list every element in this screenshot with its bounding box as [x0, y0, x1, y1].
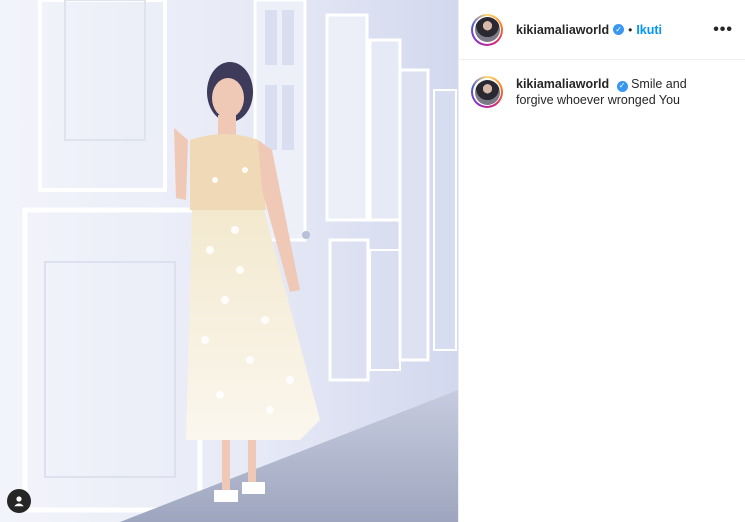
user-tag-button[interactable]: [7, 489, 31, 513]
follow-button[interactable]: Ikuti: [636, 23, 662, 37]
avatar-ring: [473, 15, 501, 44]
user-tag-icon: [14, 496, 24, 507]
caption-row: kikiamaliaworld ✓ Smile and forgive whoe…: [459, 60, 745, 124]
separator-dot: •: [628, 22, 633, 37]
instagram-post: kikiamaliaworld ✓ • Ikuti ••• kikiamalia…: [0, 0, 745, 522]
more-options-icon[interactable]: •••: [713, 21, 733, 39]
username-link[interactable]: kikiamaliaworld: [516, 23, 609, 37]
avatar[interactable]: [471, 13, 503, 46]
caption-text: kikiamaliaworld ✓ Smile and forgive whoe…: [516, 76, 726, 108]
post-photo[interactable]: [0, 0, 458, 522]
avatar-photo: [474, 17, 500, 42]
post-sidebar: kikiamaliaworld ✓ • Ikuti ••• kikiamalia…: [458, 0, 745, 522]
verified-badge-icon: ✓: [613, 24, 625, 35]
caption-avatar-photo: [474, 79, 500, 105]
caption-username[interactable]: kikiamaliaworld: [516, 77, 609, 91]
caption-avatar-ring: [473, 78, 501, 106]
caption-avatar[interactable]: [471, 76, 503, 108]
caption-verified-badge-icon: ✓: [616, 80, 628, 92]
photo-scene: [0, 0, 458, 522]
post-header: kikiamaliaworld ✓ • Ikuti •••: [459, 0, 745, 60]
